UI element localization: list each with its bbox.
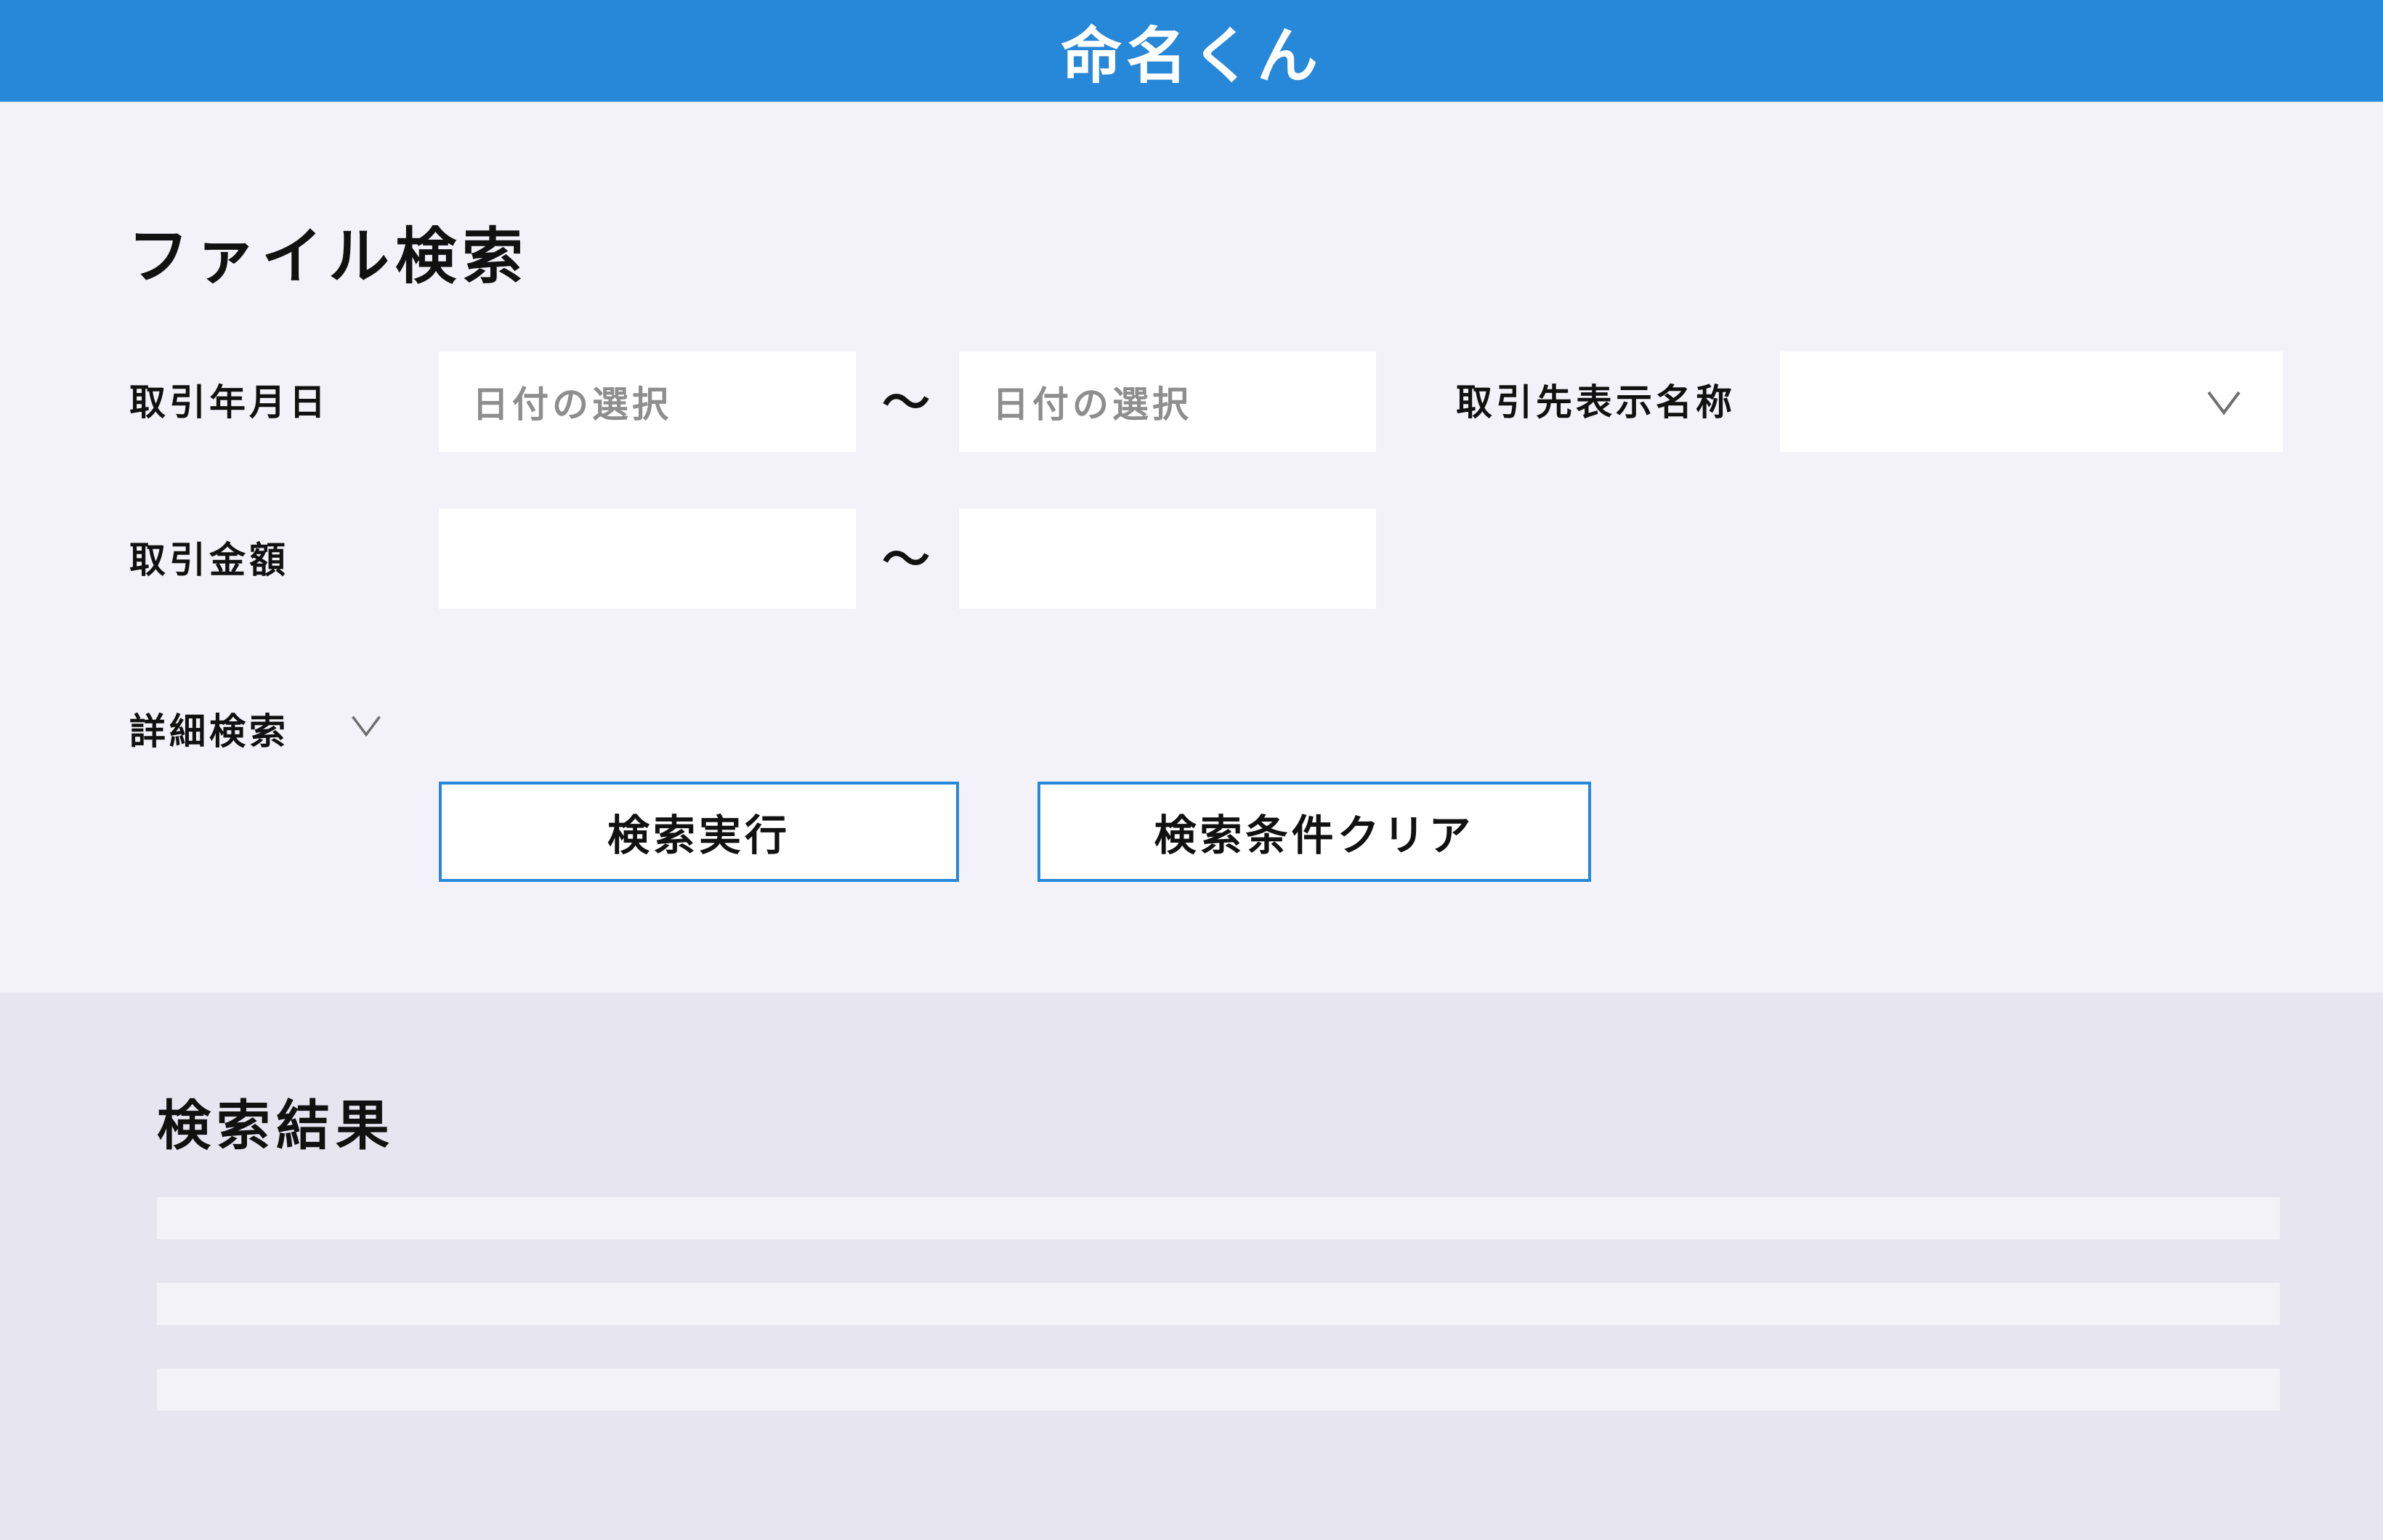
search-panel: ファイル検索 取引年月日 日付の選択 〜 日付の選択 取引先表示名称 取引金額 … — [0, 102, 2383, 992]
date-to-picker[interactable]: 日付の選択 — [959, 352, 1376, 452]
date-from-placeholder: 日付の選択 — [472, 384, 672, 426]
date-range-separator: 〜 — [882, 375, 930, 431]
date-from-picker[interactable]: 日付の選択 — [439, 352, 856, 452]
amount-from-input[interactable] — [439, 508, 856, 609]
partner-name-select[interactable] — [1780, 352, 2283, 452]
results-panel: 検索結果 — [0, 992, 2383, 1540]
transaction-date-label: 取引年月日 — [129, 381, 329, 423]
clear-conditions-button[interactable]: 検索条件クリア — [1037, 782, 1591, 882]
date-to-placeholder: 日付の選択 — [992, 384, 1192, 426]
amount-to-input[interactable] — [959, 508, 1376, 609]
results-title: 検索結果 — [157, 1095, 395, 1157]
amount-range-separator: 〜 — [882, 532, 930, 588]
partner-name-label: 取引先表示名称 — [1456, 381, 1736, 423]
result-row — [157, 1369, 2280, 1411]
chevron-down-icon — [2207, 391, 2241, 416]
page-title: ファイル検索 — [128, 221, 530, 292]
search-execute-button[interactable]: 検索実行 — [439, 782, 959, 882]
chevron-down-icon — [352, 716, 381, 737]
advanced-search-label: 詳細検索 — [129, 710, 289, 753]
app-header: 命名くん — [0, 0, 2383, 102]
transaction-amount-label: 取引金額 — [129, 539, 289, 581]
result-row — [157, 1197, 2280, 1239]
app-title: 命名くん — [1060, 20, 1322, 92]
result-row — [157, 1283, 2280, 1325]
